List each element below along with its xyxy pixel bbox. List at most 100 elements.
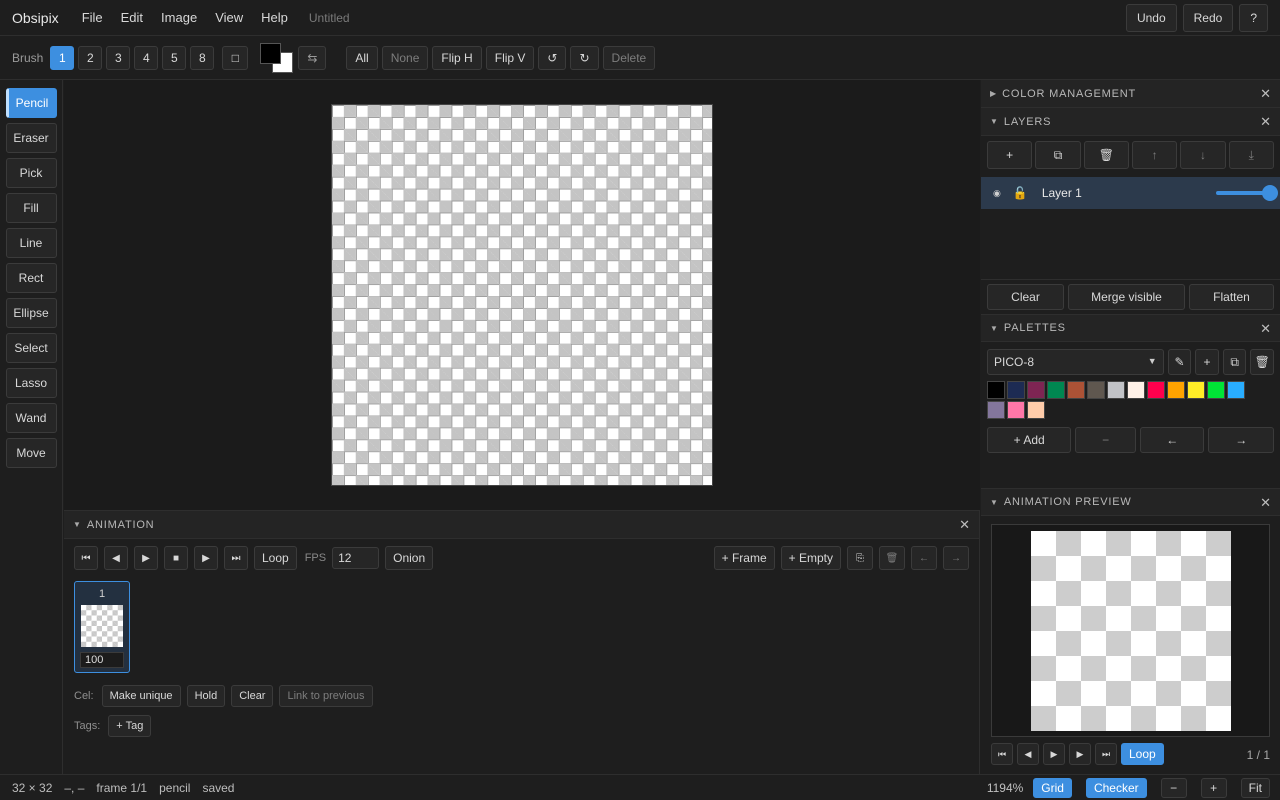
palette-swatch[interactable] <box>1127 381 1145 399</box>
loop-toggle[interactable]: Loop <box>254 546 297 570</box>
layers-header[interactable]: ▼ LAYERS ✕ <box>981 108 1280 136</box>
add-layer-button[interactable]: + <box>987 141 1033 169</box>
palette-swatch[interactable] <box>987 401 1005 419</box>
palettes-header[interactable]: ▼ PALETTES ✕ <box>981 314 1280 342</box>
animation-preview-header[interactable]: ▼ ANIMATION PREVIEW ✕ <box>981 488 1280 516</box>
move-layer-up-button[interactable]: ↑ <box>1131 141 1178 169</box>
lock-icon[interactable]: 🔓 <box>1013 186 1028 200</box>
animation-panel-header[interactable]: ▼ ANIMATION ✕ <box>64 511 979 539</box>
palette-swatch[interactable] <box>1007 401 1025 419</box>
prev-frame-button[interactable]: ◀ <box>104 546 128 570</box>
palette-swatch[interactable] <box>1027 401 1045 419</box>
swap-colors-button[interactable]: ⇆ <box>298 45 327 70</box>
frame-duration-input[interactable] <box>80 652 124 668</box>
palette-select[interactable]: PICO-8 ▼ <box>987 349 1164 375</box>
hold-button[interactable]: Hold <box>186 685 226 707</box>
clear-cel-button[interactable]: Clear <box>231 685 274 707</box>
move-frame-right-button[interactable]: → <box>943 546 969 570</box>
preview-first-button[interactable]: ⏮ <box>991 743 1013 765</box>
tool-move[interactable]: Move <box>5 438 57 468</box>
select-all-button[interactable]: All <box>346 45 378 70</box>
add-frame-button[interactable]: + Frame <box>713 546 775 570</box>
merge-down-button[interactable]: ⤓ <box>1228 141 1274 169</box>
palette-swatch[interactable] <box>1107 381 1125 399</box>
tool-pick[interactable]: Pick <box>5 158 57 188</box>
rotate-cw-button[interactable]: ↻ <box>570 45 599 70</box>
zoom-out-button[interactable]: − <box>1160 778 1187 798</box>
delete-frame-button[interactable]: 🗑 <box>879 546 905 570</box>
delete-selection-button[interactable]: Delete <box>602 45 656 70</box>
brush-size-3[interactable]: 3 <box>106 45 131 70</box>
tool-pencil[interactable]: Pencil <box>5 88 57 118</box>
brush-size-8[interactable]: 8 <box>190 45 215 70</box>
preview-play-button[interactable]: ▶ <box>1043 743 1065 765</box>
brush-size-4[interactable]: 4 <box>134 45 159 70</box>
menu-image[interactable]: Image <box>161 10 197 25</box>
tool-ellipse[interactable]: Ellipse <box>5 298 57 328</box>
palette-swatch[interactable] <box>1167 381 1185 399</box>
grid-toggle[interactable]: Grid <box>1033 778 1072 798</box>
foreground-color-swatch[interactable] <box>260 42 282 64</box>
move-layer-down-button[interactable]: ↓ <box>1180 141 1226 169</box>
last-frame-button[interactable]: ⏭ <box>224 546 248 570</box>
delete-layer-button[interactable]: 🗑 <box>1083 141 1129 169</box>
flatten-button[interactable]: Flatten <box>1189 284 1274 310</box>
pixel-canvas[interactable] <box>331 104 713 486</box>
onion-skin-toggle[interactable]: Onion <box>385 546 434 570</box>
clear-layer-button[interactable]: Clear <box>987 284 1064 310</box>
palette-swatch[interactable] <box>1087 381 1105 399</box>
palette-swatch[interactable] <box>987 381 1005 399</box>
close-icon[interactable]: ✕ <box>959 517 970 533</box>
preview-loop-toggle[interactable]: Loop <box>1121 743 1164 765</box>
layer-row[interactable]: ◉ 🔓 Layer 1 <box>981 177 1280 209</box>
flip-h-button[interactable]: Flip H <box>432 45 482 70</box>
preview-prev-button[interactable]: ◀ <box>1017 743 1039 765</box>
duplicate-frame-button[interactable]: ⎘ <box>847 546 873 570</box>
close-icon[interactable]: ✕ <box>1260 495 1271 511</box>
close-icon[interactable]: ✕ <box>1260 86 1271 102</box>
link-previous-button[interactable]: Link to previous <box>279 685 373 707</box>
move-color-right-button[interactable]: → <box>1208 427 1275 453</box>
canvas-viewport[interactable] <box>64 80 980 510</box>
palette-swatch[interactable] <box>1007 381 1025 399</box>
make-unique-button[interactable]: Make unique <box>101 685 181 707</box>
select-none-button[interactable]: None <box>381 45 429 70</box>
tool-wand[interactable]: Wand <box>5 403 57 433</box>
fps-input[interactable] <box>332 547 380 569</box>
zoom-in-button[interactable]: + <box>1200 778 1227 798</box>
palette-swatch[interactable] <box>1227 381 1245 399</box>
delete-palette-button[interactable]: 🗑 <box>1250 349 1274 375</box>
edit-palette-button[interactable]: ✎ <box>1167 349 1192 375</box>
menu-edit[interactable]: Edit <box>121 10 143 25</box>
tool-eraser[interactable]: Eraser <box>5 123 57 153</box>
move-color-left-button[interactable]: ← <box>1139 427 1205 453</box>
undo-button[interactable]: Undo <box>1125 4 1177 32</box>
eye-icon[interactable]: ◉ <box>993 188 1001 199</box>
new-palette-button[interactable]: + <box>1195 349 1219 375</box>
add-empty-frame-button[interactable]: + Empty <box>780 546 841 570</box>
duplicate-layer-button[interactable]: ⧉ <box>1035 141 1081 169</box>
palette-swatch[interactable] <box>1187 381 1205 399</box>
pixel-perfect-toggle[interactable]: □ <box>222 45 249 70</box>
checker-toggle[interactable]: Checker <box>1085 778 1147 798</box>
first-frame-button[interactable]: ⏮ <box>74 546 98 570</box>
palette-swatch[interactable] <box>1027 381 1045 399</box>
preview-next-button[interactable]: ▶ <box>1069 743 1091 765</box>
preview-last-button[interactable]: ⏭ <box>1095 743 1117 765</box>
close-icon[interactable]: ✕ <box>1260 321 1271 337</box>
frame-card[interactable]: 1 <box>74 581 130 673</box>
next-frame-button[interactable]: ▶ <box>194 546 218 570</box>
palette-swatch[interactable] <box>1067 381 1085 399</box>
help-button[interactable]: ? <box>1239 4 1268 32</box>
menu-file[interactable]: File <box>82 10 103 25</box>
close-icon[interactable]: ✕ <box>1260 114 1271 130</box>
palette-swatch[interactable] <box>1047 381 1065 399</box>
menu-view[interactable]: View <box>215 10 243 25</box>
add-color-button[interactable]: + Add <box>987 427 1072 453</box>
tool-lasso[interactable]: Lasso <box>5 368 57 398</box>
play-button[interactable]: ▶ <box>134 546 158 570</box>
slider-handle[interactable] <box>1262 185 1278 201</box>
duplicate-palette-button[interactable]: ⧉ <box>1222 349 1247 375</box>
fit-button[interactable]: Fit <box>1240 778 1270 798</box>
layer-opacity-slider[interactable] <box>1216 185 1278 201</box>
